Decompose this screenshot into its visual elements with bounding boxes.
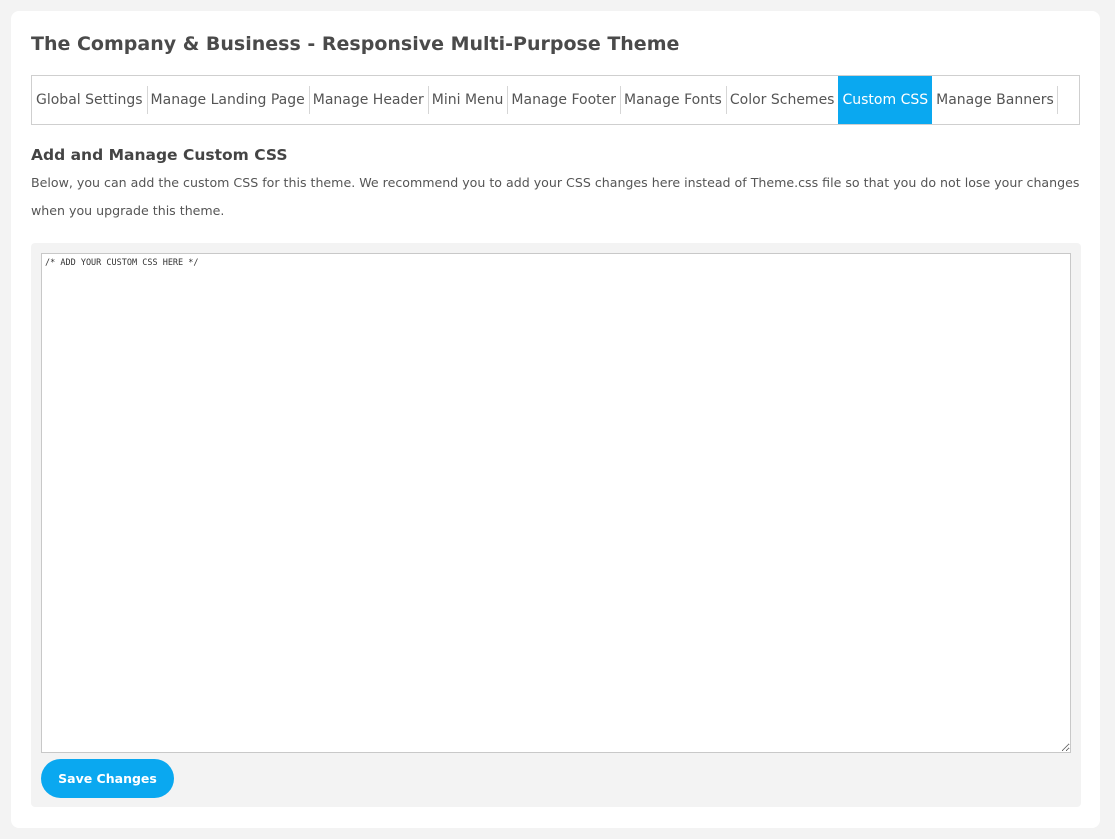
page-title: The Company & Business - Responsive Mult… <box>31 33 680 55</box>
tab-manage-banners[interactable]: Manage Banners <box>932 76 1058 124</box>
tab-manage-header[interactable]: Manage Header <box>308 76 428 124</box>
tab-global-settings[interactable]: Global Settings <box>32 76 147 124</box>
tab-mini-menu[interactable]: Mini Menu <box>427 76 508 124</box>
custom-css-panel: /* ADD YOUR CUSTOM CSS HERE */ Save Chan… <box>31 243 1081 807</box>
custom-css-textarea[interactable]: /* ADD YOUR CUSTOM CSS HERE */ <box>41 253 1071 753</box>
settings-card: The Company & Business - Responsive Mult… <box>11 11 1100 828</box>
tab-color-schemes[interactable]: Color Schemes <box>725 76 839 124</box>
save-changes-button[interactable]: Save Changes <box>41 759 174 798</box>
tab-manage-footer[interactable]: Manage Footer <box>507 76 620 124</box>
tab-manage-fonts[interactable]: Manage Fonts <box>620 76 726 124</box>
section-title: Add and Manage Custom CSS <box>31 146 288 164</box>
section-description: Below, you can add the custom CSS for th… <box>31 175 1080 218</box>
tab-custom-css[interactable]: Custom CSS <box>838 76 933 124</box>
settings-tabs: Global Settings Manage Landing Page Mana… <box>31 75 1080 125</box>
tab-manage-landing-page[interactable]: Manage Landing Page <box>146 76 309 124</box>
